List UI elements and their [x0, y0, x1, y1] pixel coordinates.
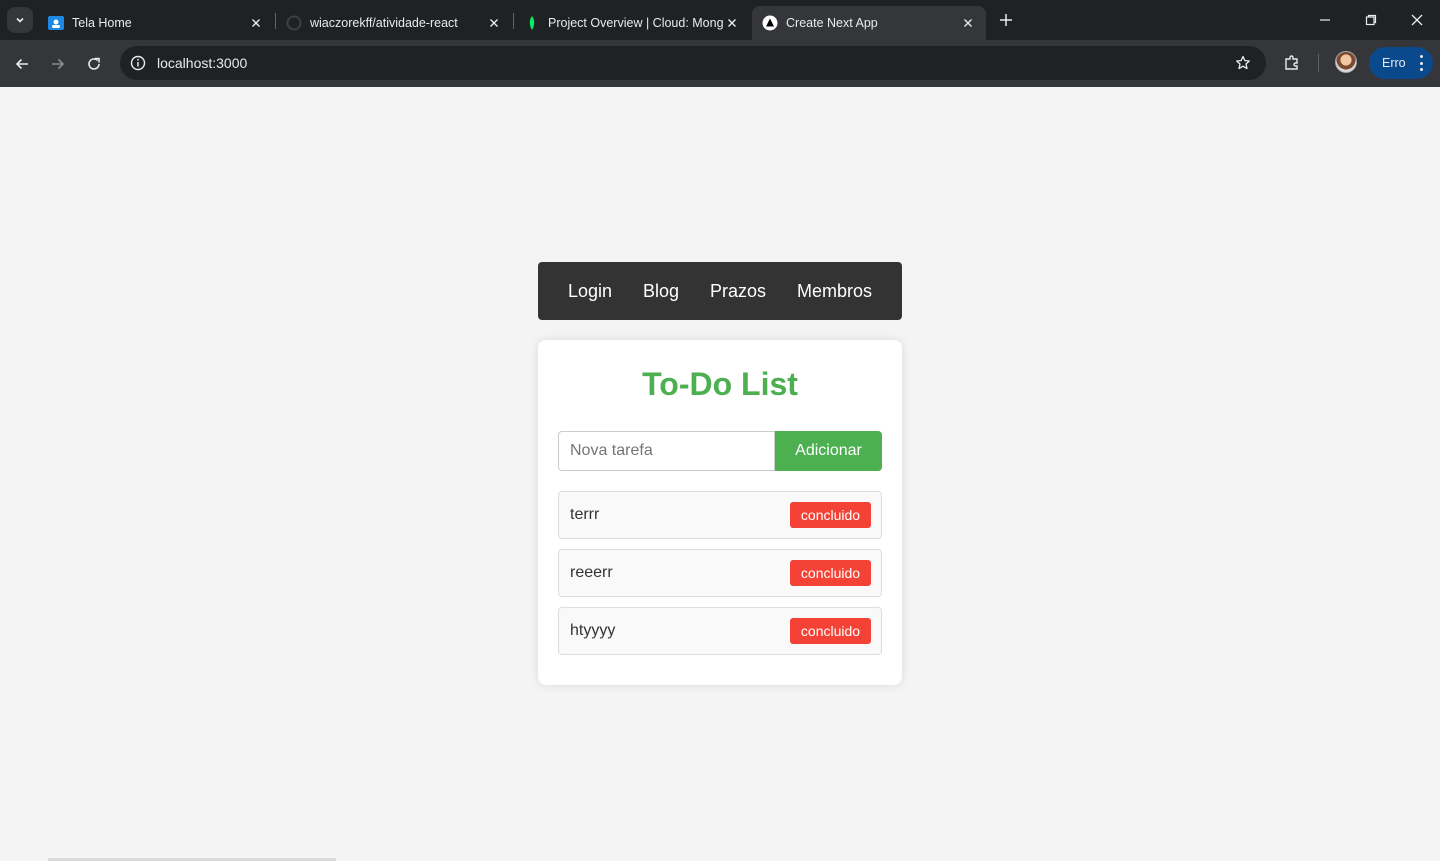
reload-icon [88, 57, 100, 70]
nav-link-prazos[interactable]: Prazos [710, 281, 766, 302]
profile-error-button[interactable]: Erro [1369, 47, 1433, 79]
nav-link-login[interactable]: Login [568, 281, 612, 302]
add-task-button[interactable]: Adicionar [775, 431, 882, 471]
browser-tab-1[interactable]: Tela Home [38, 6, 274, 40]
complete-task-button[interactable]: concluido [790, 502, 871, 528]
nav-link-blog[interactable]: Blog [643, 281, 679, 302]
arrow-left-icon [15, 58, 28, 70]
task-item: reeerr concluido [558, 549, 882, 597]
minimize-button[interactable] [1302, 0, 1348, 40]
nextjs-triangle-icon [762, 15, 778, 31]
todo-title: To-Do List [642, 366, 798, 402]
browser-tab-2[interactable]: wiaczorekff/atividade-react [276, 6, 512, 40]
close-window-button[interactable] [1394, 0, 1440, 40]
google-classroom-icon [48, 15, 64, 31]
tab-title: Project Overview | Cloud: MongoDB Cloud [548, 16, 724, 30]
profile-avatar[interactable] [1335, 51, 1357, 73]
plus-icon [1000, 14, 1012, 26]
close-icon[interactable] [724, 15, 740, 31]
main-navbar: Login Blog Prazos Membros [538, 262, 902, 320]
new-task-input[interactable] [558, 431, 775, 471]
nav-link-membros[interactable]: Membros [797, 281, 872, 302]
forward-button[interactable] [44, 50, 72, 78]
restore-button[interactable] [1348, 0, 1394, 40]
task-item: htyyyy concluido [558, 607, 882, 655]
task-item: terrr concluido [558, 491, 882, 539]
tab-title: Tela Home [72, 16, 132, 30]
reload-button[interactable] [80, 50, 108, 78]
tab-title: wiaczorekff/atividade-react [310, 16, 458, 30]
task-list: terrr concluido reeerr concluido htyyyy … [558, 491, 882, 665]
chevron-down-icon [16, 17, 24, 23]
browser-tab-3[interactable]: Project Overview | Cloud: MongoDB Cloud [514, 6, 750, 40]
task-text: terrr [570, 506, 600, 523]
close-icon[interactable] [486, 15, 502, 31]
arrow-right-icon [52, 58, 65, 70]
extensions-puzzle-icon[interactable] [1281, 52, 1303, 74]
tab-title: Create Next App [786, 16, 878, 30]
address-bar[interactable]: localhost:3000 [120, 46, 1266, 80]
task-text: htyyyy [570, 622, 616, 639]
toolbar-separator [1318, 54, 1319, 72]
minimize-icon [1320, 19, 1330, 21]
profile-error-label: Erro [1382, 56, 1406, 70]
github-icon [286, 15, 302, 31]
complete-task-button[interactable]: concluido [790, 618, 871, 644]
new-tab-button[interactable] [994, 8, 1018, 32]
browser-tab-4[interactable]: Create Next App [752, 6, 986, 40]
url-text: localhost:3000 [157, 55, 248, 71]
close-icon[interactable] [248, 15, 264, 31]
todo-card: To-Do List Adicionar terrr concluido ree… [538, 340, 902, 685]
browser-tab-strip: Tela Home wiaczorekff/atividade-react Pr… [0, 0, 1440, 40]
more-vertical-icon [1419, 55, 1423, 71]
complete-task-button[interactable]: concluido [790, 560, 871, 586]
tab-search-button[interactable] [7, 7, 33, 33]
browser-toolbar: localhost:3000 Erro [0, 40, 1440, 87]
restore-icon [1365, 14, 1377, 26]
bookmark-star-icon[interactable] [1234, 54, 1252, 72]
mongodb-leaf-icon [524, 15, 540, 31]
close-icon[interactable] [960, 15, 976, 31]
task-text: reeerr [570, 564, 613, 581]
site-info-icon[interactable] [128, 53, 148, 73]
back-button[interactable] [8, 50, 36, 78]
close-icon [1411, 14, 1423, 26]
